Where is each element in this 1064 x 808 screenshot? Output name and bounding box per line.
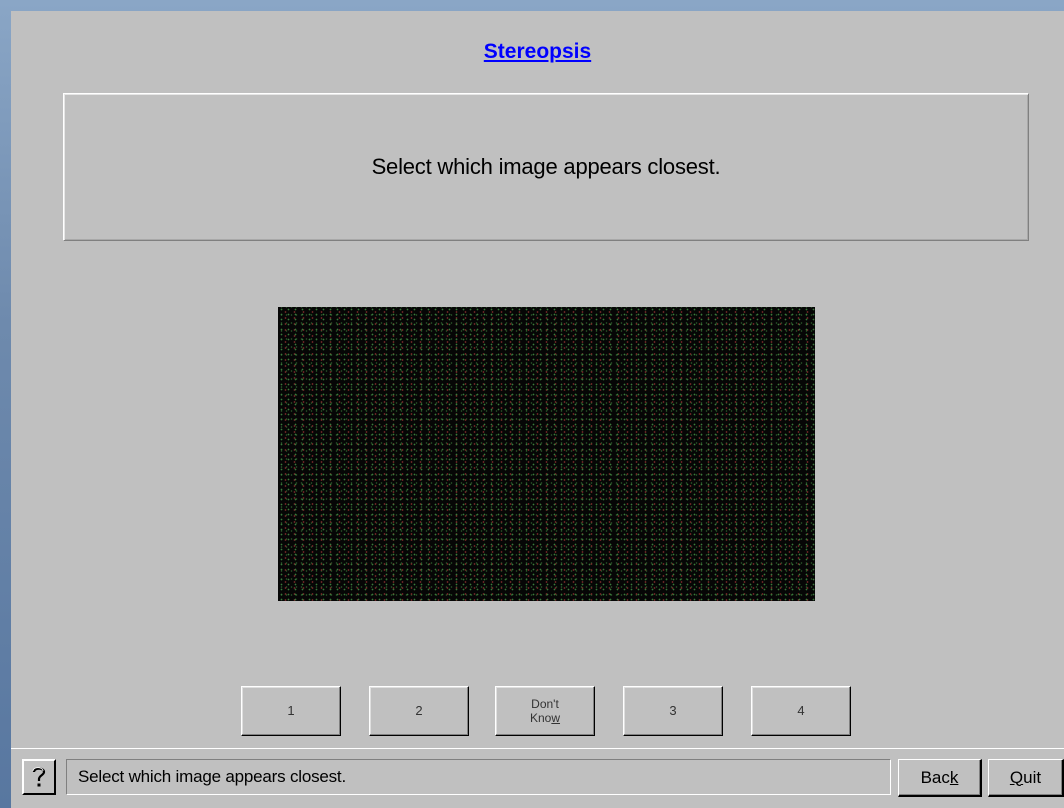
back-text: Bac [920, 767, 950, 787]
dont-know-accelerator: w [551, 711, 561, 725]
random-dot-stereogram [278, 307, 815, 601]
answer-button-4-label: 4 [797, 703, 805, 718]
quit-accelerator: Q [1009, 767, 1024, 787]
help-button[interactable] [22, 759, 56, 795]
back-button[interactable]: Back [898, 759, 982, 797]
quit-text: uit [1023, 767, 1042, 787]
question-mark-icon [32, 767, 46, 787]
answer-button-2[interactable]: 2 [369, 686, 469, 736]
back-button-label: Back [921, 768, 959, 788]
status-message: Select which image appears closest. [66, 759, 891, 795]
answer-button-1-label: 1 [287, 703, 295, 718]
back-accelerator: k [949, 767, 959, 787]
answer-button-1[interactable]: 1 [241, 686, 341, 736]
answer-button-2-label: 2 [415, 703, 423, 718]
quit-button-label: Quit [1010, 768, 1041, 788]
answer-button-3[interactable]: 3 [623, 686, 723, 736]
answer-button-dont-know-label: Don't Know [530, 697, 560, 725]
status-message-text: Select which image appears closest. [78, 767, 346, 786]
status-bar: Select which image appears closest. Back… [11, 748, 1064, 808]
quit-button[interactable]: Quit [988, 759, 1064, 797]
answer-button-4[interactable]: 4 [751, 686, 851, 736]
page-title-link[interactable]: Stereopsis [11, 40, 1064, 64]
instruction-text: Select which image appears closest. [371, 154, 721, 179]
instruction-box: Select which image appears closest. [63, 93, 1029, 241]
main-panel: Stereopsis Select which image appears cl… [11, 11, 1064, 808]
answer-button-3-label: 3 [669, 703, 677, 718]
answer-button-dont-know[interactable]: Don't Know [495, 686, 595, 736]
